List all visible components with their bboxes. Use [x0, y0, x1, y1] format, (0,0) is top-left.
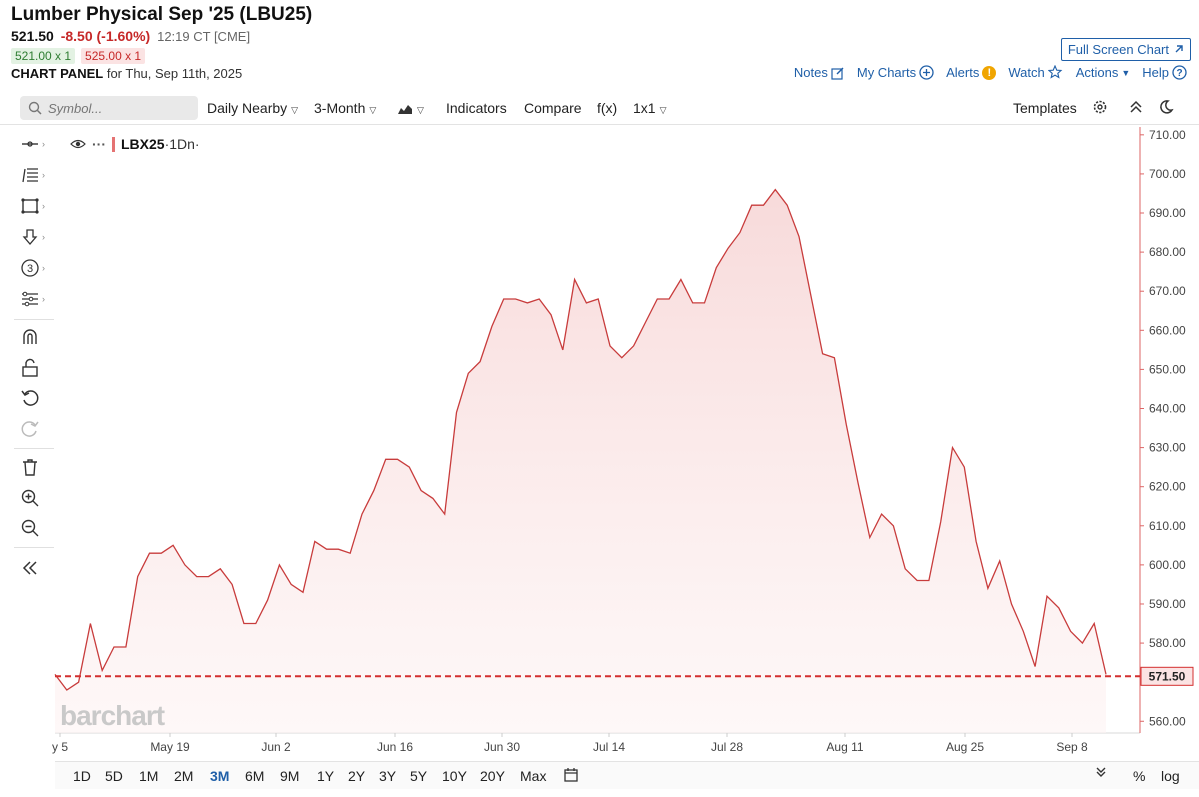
- calendar-icon: [564, 768, 578, 782]
- y-tick-label: 670.00: [1149, 284, 1186, 298]
- eye-icon[interactable]: [70, 138, 86, 150]
- x-tick-label: Aug 11: [826, 740, 863, 754]
- period-5y[interactable]: 5Y: [410, 768, 427, 784]
- x-tick-label: Jun 2: [261, 740, 291, 754]
- x-tick-label: Aug 25: [946, 740, 984, 754]
- period-2m[interactable]: 2M: [174, 768, 193, 784]
- x-tick-label: Jul 28: [711, 740, 743, 754]
- legend-color-swatch: [112, 136, 115, 152]
- period-1m[interactable]: 1M: [139, 768, 158, 784]
- y-tick-label: 600.00: [1149, 558, 1186, 572]
- log-toggle[interactable]: log: [1161, 768, 1180, 784]
- legend-interval: ·1Dn·: [164, 136, 200, 152]
- expand-periods-button[interactable]: [1095, 765, 1107, 782]
- period-1d[interactable]: 1D: [73, 768, 91, 784]
- period-3y[interactable]: 3Y: [379, 768, 396, 784]
- y-tick-label: 590.00: [1149, 597, 1186, 611]
- y-tick-label: 680.00: [1149, 245, 1186, 259]
- more-options-icon[interactable]: ···: [92, 136, 106, 152]
- y-tick-label: 690.00: [1149, 206, 1186, 220]
- barchart-watermark: barchart: [60, 700, 165, 731]
- x-tick-label: Sep 8: [1056, 740, 1088, 754]
- period-2y[interactable]: 2Y: [348, 768, 365, 784]
- x-tick-label: Jun 30: [484, 740, 520, 754]
- period-3m[interactable]: 3M: [210, 768, 229, 784]
- period-6m[interactable]: 6M: [245, 768, 264, 784]
- x-tick-label: Jul 14: [593, 740, 625, 754]
- period-9m[interactable]: 9M: [280, 768, 299, 784]
- y-tick-label: 580.00: [1149, 636, 1186, 650]
- legend-symbol: LBX25: [121, 136, 165, 152]
- x-tick-label: Jun 16: [377, 740, 413, 754]
- period-max[interactable]: Max: [520, 768, 546, 784]
- percent-toggle[interactable]: %: [1133, 768, 1145, 784]
- y-tick-label: 710.00: [1149, 128, 1186, 142]
- y-tick-label: 660.00: [1149, 323, 1186, 337]
- x-tick-label: May 19: [150, 740, 190, 754]
- chevrons-down-icon: [1096, 767, 1106, 777]
- price-chart[interactable]: 710.00 700.00 690.00 680.00 670.00 660.00 650.…: [0, 0, 1199, 797]
- period-selector: 1D 5D 1M 2M 3M 6M 9M 1Y 2Y 3Y 5Y 10Y 20Y Max % log: [55, 761, 1199, 789]
- period-10y[interactable]: 10Y: [442, 768, 467, 784]
- period-5d[interactable]: 5D: [105, 768, 123, 784]
- y-tick-label: 560.00: [1149, 714, 1186, 728]
- series-legend: ··· LBX25 ·1Dn·: [70, 136, 200, 152]
- y-tick-label: 630.00: [1149, 441, 1186, 455]
- x-tick-label: y 5: [52, 740, 68, 754]
- price-area-fill: [55, 189, 1106, 734]
- y-tick-label: 620.00: [1149, 480, 1186, 494]
- period-20y[interactable]: 20Y: [480, 768, 505, 784]
- y-tick-label: 700.00: [1149, 167, 1186, 181]
- y-tick-label: 650.00: [1149, 362, 1186, 376]
- last-price-label: 571.50: [1149, 669, 1186, 683]
- calendar-button[interactable]: [563, 767, 579, 786]
- y-tick-label: 640.00: [1149, 401, 1186, 415]
- y-tick-label: 610.00: [1149, 519, 1186, 533]
- period-1y[interactable]: 1Y: [317, 768, 334, 784]
